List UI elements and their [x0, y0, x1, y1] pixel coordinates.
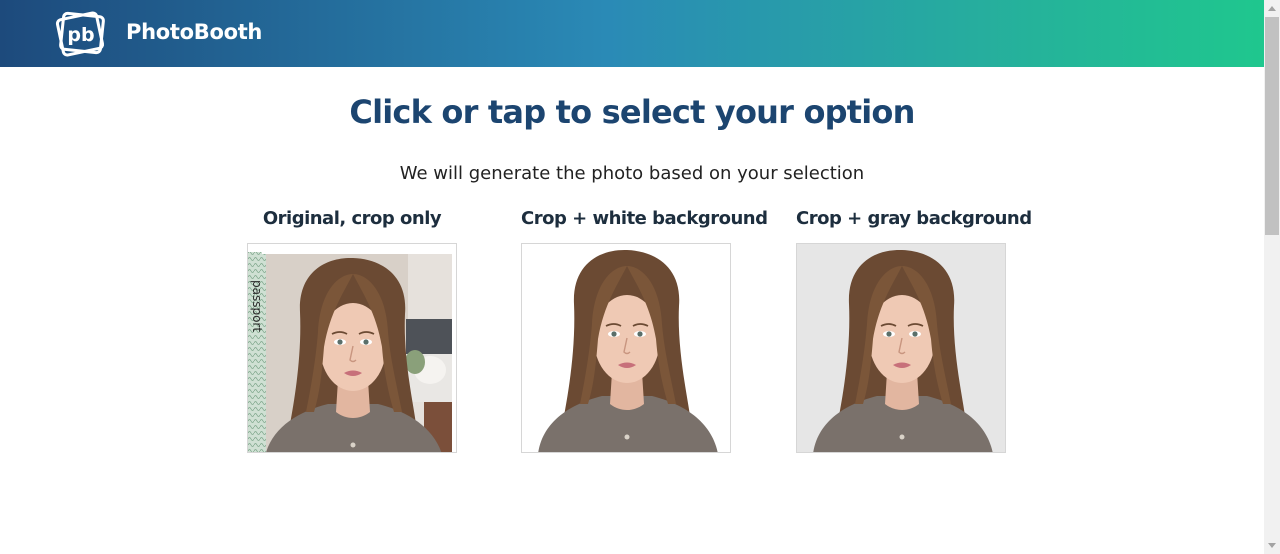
brand-name[interactable]: PhotoBooth: [126, 20, 262, 44]
option-white-background[interactable]: Crop + white background: [521, 208, 768, 453]
page-scrollbar[interactable]: [1264, 0, 1280, 554]
scroll-thumb[interactable]: [1265, 17, 1279, 235]
option-label: Original, crop only: [262, 208, 442, 229]
page-title: Click or tap to select your option: [349, 93, 915, 131]
photo-white-background[interactable]: [521, 243, 731, 453]
app-header: pb PhotoBooth: [0, 0, 1264, 67]
photo-gray-background[interactable]: [796, 243, 1006, 453]
page-subtitle: We will generate the photo based on your…: [399, 163, 865, 184]
photo-original[interactable]: passport: [247, 243, 457, 453]
svg-text:pb: pb: [67, 24, 94, 46]
passport-watermark-text: passport: [250, 280, 264, 332]
arrow-up-icon[interactable]: [1264, 0, 1280, 17]
pb-logo-icon[interactable]: pb: [54, 10, 108, 58]
option-gray-background[interactable]: Crop + gray background: [796, 208, 1032, 453]
option-label: Crop + gray background: [796, 208, 1032, 229]
option-label: Crop + white background: [521, 208, 768, 229]
arrow-down-icon[interactable]: [1264, 537, 1280, 554]
option-original-crop[interactable]: Original, crop only passport: [247, 208, 457, 453]
